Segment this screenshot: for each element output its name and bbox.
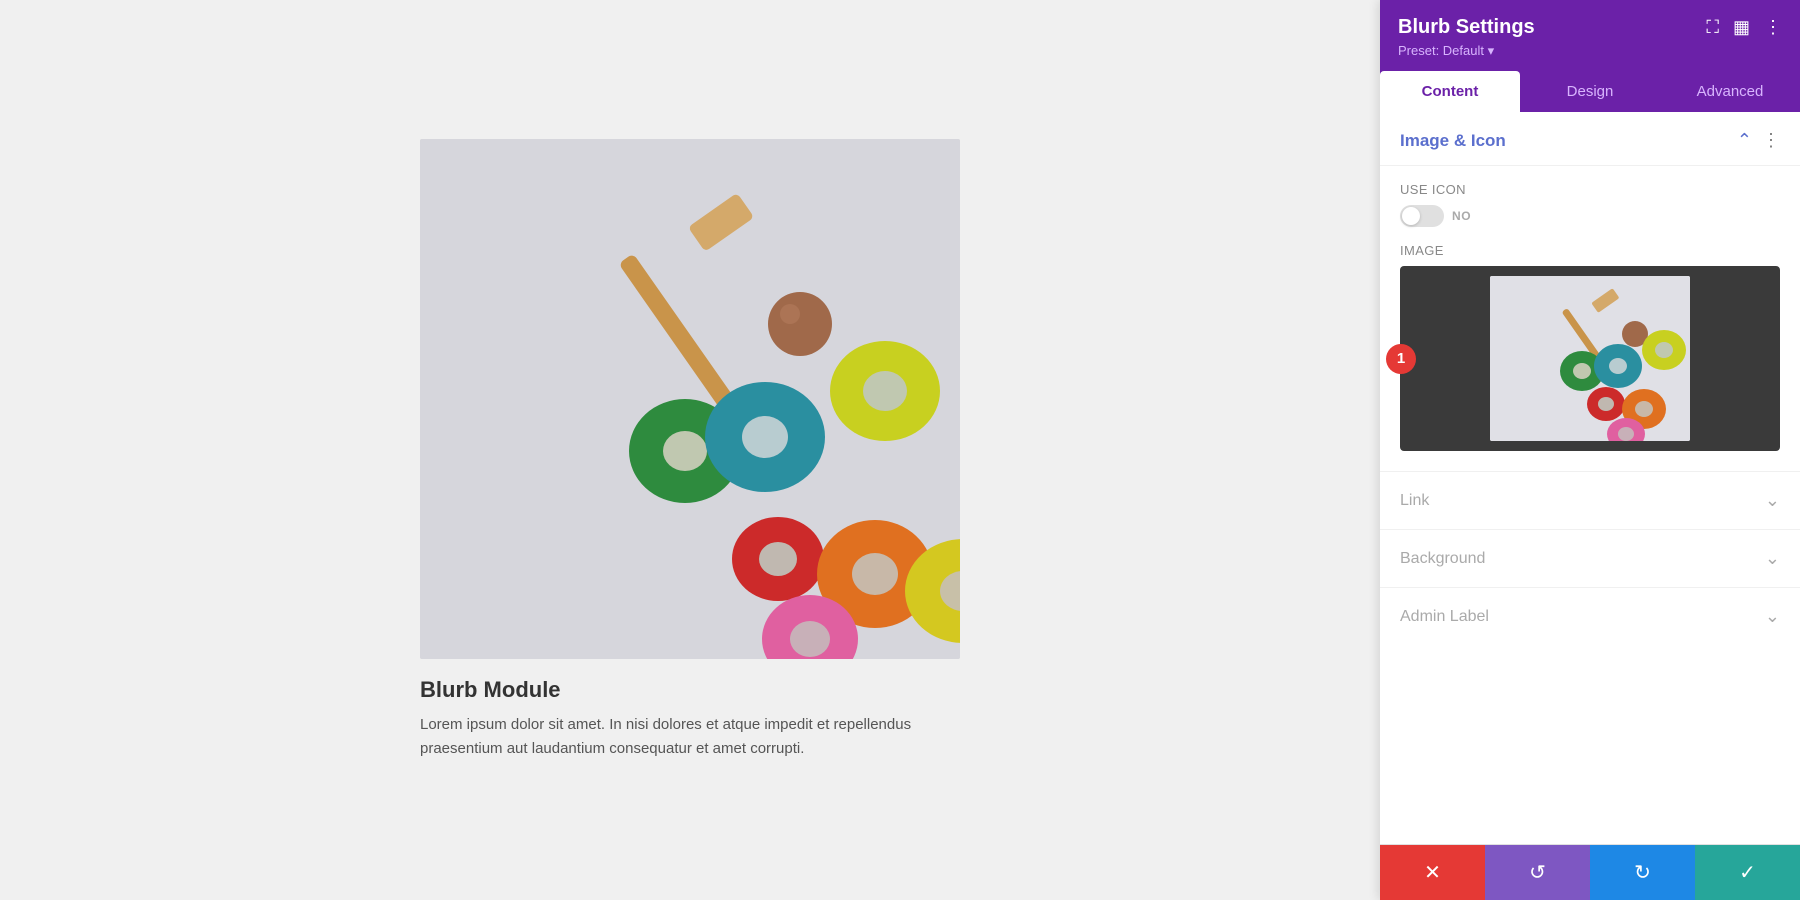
link-section[interactable]: Link ⌄ [1380, 471, 1800, 529]
admin-label-section[interactable]: Admin Label ⌄ [1380, 587, 1800, 645]
toggle-knob [1402, 207, 1420, 225]
link-label: Link [1400, 492, 1429, 510]
panel-footer: ✕ ↺ ↻ ✓ [1380, 844, 1800, 900]
cancel-icon: ✕ [1424, 860, 1441, 885]
undo-button[interactable]: ↺ [1485, 845, 1590, 900]
more-icon[interactable]: ⋮ [1764, 17, 1782, 38]
split-icon[interactable]: ▦ [1733, 17, 1750, 38]
tab-design[interactable]: Design [1520, 71, 1660, 112]
panel-preset[interactable]: Preset: Default [1398, 43, 1782, 59]
panel-title: Blurb Settings [1398, 16, 1535, 39]
section-controls: ⌃ ⋮ [1737, 130, 1780, 151]
toggle-wrap: NO [1400, 205, 1780, 227]
tab-advanced[interactable]: Advanced [1660, 71, 1800, 112]
step-badge: 1 [1386, 344, 1416, 374]
panel-body: Image & Icon ⌃ ⋮ Use Icon NO Image 1 [1380, 112, 1800, 844]
save-icon: ✓ [1739, 860, 1756, 885]
preview-area: Blurb Module Lorem ipsum dolor sit amet.… [0, 0, 1380, 900]
toggle-state-label: NO [1452, 209, 1471, 223]
link-chevron-icon: ⌄ [1765, 490, 1780, 511]
admin-label-chevron-icon: ⌄ [1765, 606, 1780, 627]
use-icon-field: Use Icon NO [1380, 166, 1800, 243]
settings-panel: Blurb Settings ⛶ ▦ ⋮ Preset: Default Con… [1380, 0, 1800, 900]
image-preview-wrap[interactable] [1400, 266, 1780, 451]
blurb-text: Lorem ipsum dolor sit amet. In nisi dolo… [420, 713, 940, 761]
blurb-title: Blurb Module [420, 677, 561, 703]
use-icon-label: Use Icon [1400, 182, 1780, 197]
background-section[interactable]: Background ⌄ [1380, 529, 1800, 587]
fullscreen-icon[interactable]: ⛶ [1706, 17, 1719, 38]
panel-header: Blurb Settings ⛶ ▦ ⋮ Preset: Default [1380, 0, 1800, 71]
section-more-icon[interactable]: ⋮ [1762, 130, 1780, 151]
cancel-button[interactable]: ✕ [1380, 845, 1485, 900]
background-chevron-icon: ⌄ [1765, 548, 1780, 569]
redo-button[interactable]: ↻ [1590, 845, 1695, 900]
blurb-module: Blurb Module Lorem ipsum dolor sit amet.… [420, 139, 960, 761]
blurb-image [420, 139, 960, 659]
image-field-label: Image [1380, 243, 1800, 266]
use-icon-toggle[interactable] [1400, 205, 1444, 227]
panel-header-icons: ⛶ ▦ ⋮ [1706, 17, 1782, 38]
panel-tabs: Content Design Advanced [1380, 71, 1800, 112]
section-title-image-icon: Image & Icon [1400, 131, 1506, 151]
image-preview-inner [1490, 276, 1690, 441]
undo-icon: ↺ [1529, 860, 1546, 885]
save-button[interactable]: ✓ [1695, 845, 1800, 900]
image-preview-container: 1 [1400, 266, 1780, 451]
admin-label: Admin Label [1400, 608, 1489, 626]
background-label: Background [1400, 550, 1485, 568]
collapse-icon[interactable]: ⌃ [1737, 130, 1752, 151]
image-icon-section-header: Image & Icon ⌃ ⋮ [1380, 112, 1800, 166]
redo-icon: ↻ [1634, 860, 1651, 885]
panel-header-top: Blurb Settings ⛶ ▦ ⋮ [1398, 16, 1782, 39]
tab-content[interactable]: Content [1380, 71, 1520, 112]
